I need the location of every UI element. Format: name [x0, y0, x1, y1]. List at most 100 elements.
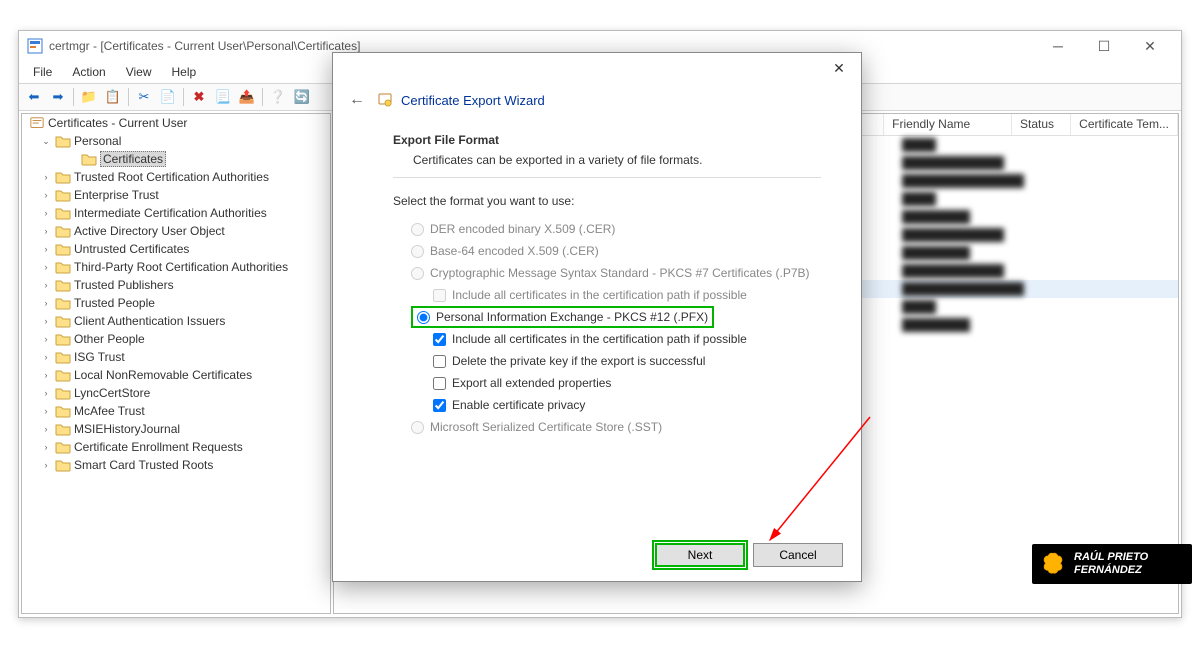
certificate-icon [377, 92, 393, 108]
tree-item[interactable]: ›Intermediate Certification Authorities [22, 204, 330, 222]
chk-pfx-include[interactable]: Include all certificates in the certific… [433, 328, 821, 350]
tree-item[interactable]: ›ISG Trust [22, 348, 330, 366]
tree-item[interactable]: ›MSIEHistoryJournal [22, 420, 330, 438]
cut-icon[interactable]: ✂ [133, 86, 155, 108]
back-arrow-icon[interactable]: ← [349, 91, 369, 109]
col-template[interactable]: Certificate Tem... [1071, 114, 1178, 135]
tree-root[interactable]: Certificates - Current User [22, 114, 330, 132]
refresh-icon[interactable]: 🔄 [291, 86, 313, 108]
up-folder-icon[interactable]: 📁 [78, 86, 100, 108]
tree-item[interactable]: ›Third-Party Root Certification Authorit… [22, 258, 330, 276]
tree-item[interactable]: ›LyncCertStore [22, 384, 330, 402]
cert-root-icon [29, 116, 45, 130]
wizard-footer: Next Cancel [655, 543, 843, 567]
chk-pfx-privacy[interactable]: Enable certificate privacy [433, 394, 821, 416]
tree-item[interactable]: ›Trusted Root Certification Authorities [22, 168, 330, 186]
folder-icon [55, 242, 71, 256]
modal-close-button[interactable]: ✕ [825, 56, 853, 80]
help-icon[interactable]: ❔ [267, 86, 289, 108]
tree-certificates[interactable]: Certificates [22, 150, 330, 168]
collapse-icon[interactable]: ⌄ [40, 136, 52, 147]
folder-icon [55, 296, 71, 310]
folder-icon [55, 224, 71, 238]
menu-view[interactable]: View [118, 63, 160, 81]
tree-item[interactable]: ›Untrusted Certificates [22, 240, 330, 258]
folder-icon [55, 368, 71, 382]
tree-item[interactable]: ›Other People [22, 330, 330, 348]
menu-help[interactable]: Help [164, 63, 205, 81]
chk-pfx-ext-input[interactable] [433, 377, 446, 390]
expand-icon[interactable]: › [40, 424, 52, 434]
close-button[interactable]: ✕ [1127, 31, 1173, 61]
radio-sst-input [411, 421, 424, 434]
col-friendly[interactable]: Friendly Name [884, 114, 1012, 135]
expand-icon[interactable]: › [40, 262, 52, 272]
tree-item[interactable]: ›Trusted People [22, 294, 330, 312]
radio-der-input [411, 223, 424, 236]
folder-icon [55, 206, 71, 220]
radio-pfx[interactable]: Personal Information Exchange - PKCS #12… [411, 306, 714, 328]
chk-pfx-ext[interactable]: Export all extended properties [433, 372, 821, 394]
forward-icon[interactable]: ➡ [47, 86, 69, 108]
tree-item[interactable]: ›Trusted Publishers [22, 276, 330, 294]
properties-icon[interactable]: 📋 [102, 86, 124, 108]
folder-icon [81, 152, 97, 166]
tree-personal[interactable]: ⌄Personal [22, 132, 330, 150]
cancel-button[interactable]: Cancel [753, 543, 843, 567]
expand-icon[interactable]: › [40, 172, 52, 182]
folder-icon [55, 278, 71, 292]
section-title: Export File Format [393, 133, 821, 147]
radio-pfx-input[interactable] [417, 311, 430, 324]
chk-pfx-delete-input[interactable] [433, 355, 446, 368]
expand-icon[interactable]: › [40, 316, 52, 326]
menu-action[interactable]: Action [64, 63, 113, 81]
delete-icon[interactable]: ✖ [188, 86, 210, 108]
folder-icon [55, 404, 71, 418]
next-button[interactable]: Next [655, 543, 745, 567]
expand-icon[interactable]: › [40, 298, 52, 308]
radio-sst: Microsoft Serialized Certificate Store (… [411, 416, 821, 438]
radio-der: DER encoded binary X.509 (.CER) [411, 218, 821, 240]
brain-icon [1040, 551, 1066, 577]
maximize-button[interactable]: ☐ [1081, 31, 1127, 61]
expand-icon[interactable]: › [40, 352, 52, 362]
expand-icon[interactable]: › [40, 334, 52, 344]
tree-item[interactable]: ›Smart Card Trusted Roots [22, 456, 330, 474]
folder-icon [55, 314, 71, 328]
expand-icon[interactable]: › [40, 244, 52, 254]
chk-pfx-include-input[interactable] [433, 333, 446, 346]
folder-icon [55, 170, 71, 184]
expand-icon[interactable]: › [40, 442, 52, 452]
expand-icon[interactable]: › [40, 406, 52, 416]
radio-p7b-input [411, 267, 424, 280]
tree-item[interactable]: ›Local NonRemovable Certificates [22, 366, 330, 384]
chk-pfx-delete[interactable]: Delete the private key if the export is … [433, 350, 821, 372]
window-title: certmgr - [Certificates - Current User\P… [49, 39, 360, 53]
branding-badge: RAÚL PRIETO FERNÁNDEZ [1032, 544, 1192, 584]
tree-item[interactable]: ›Client Authentication Issuers [22, 312, 330, 330]
menu-file[interactable]: File [25, 63, 60, 81]
tree-item[interactable]: ›Certificate Enrollment Requests [22, 438, 330, 456]
wizard-header: ← Certificate Export Wizard [333, 83, 861, 115]
folder-icon [55, 188, 71, 202]
expand-icon[interactable]: › [40, 280, 52, 290]
col-status[interactable]: Status [1012, 114, 1071, 135]
expand-icon[interactable]: › [40, 370, 52, 380]
tree-item[interactable]: ›McAfee Trust [22, 402, 330, 420]
modal-titlebar: ✕ [333, 53, 861, 83]
expand-icon[interactable]: › [40, 388, 52, 398]
expand-icon[interactable]: › [40, 460, 52, 470]
expand-icon[interactable]: › [40, 208, 52, 218]
chk-pfx-privacy-input[interactable] [433, 399, 446, 412]
back-icon[interactable]: ⬅ [23, 86, 45, 108]
export-icon[interactable]: 📤 [236, 86, 258, 108]
expand-icon[interactable]: › [40, 190, 52, 200]
expand-icon[interactable]: › [40, 226, 52, 236]
list-icon[interactable]: 📃 [212, 86, 234, 108]
tree-item[interactable]: ›Active Directory User Object [22, 222, 330, 240]
tree-item[interactable]: ›Enterprise Trust [22, 186, 330, 204]
folder-icon [55, 440, 71, 454]
copy-icon[interactable]: 📄 [157, 86, 179, 108]
minimize-button[interactable]: ─ [1035, 31, 1081, 61]
wizard-body: Export File Format Certificates can be e… [333, 115, 861, 448]
